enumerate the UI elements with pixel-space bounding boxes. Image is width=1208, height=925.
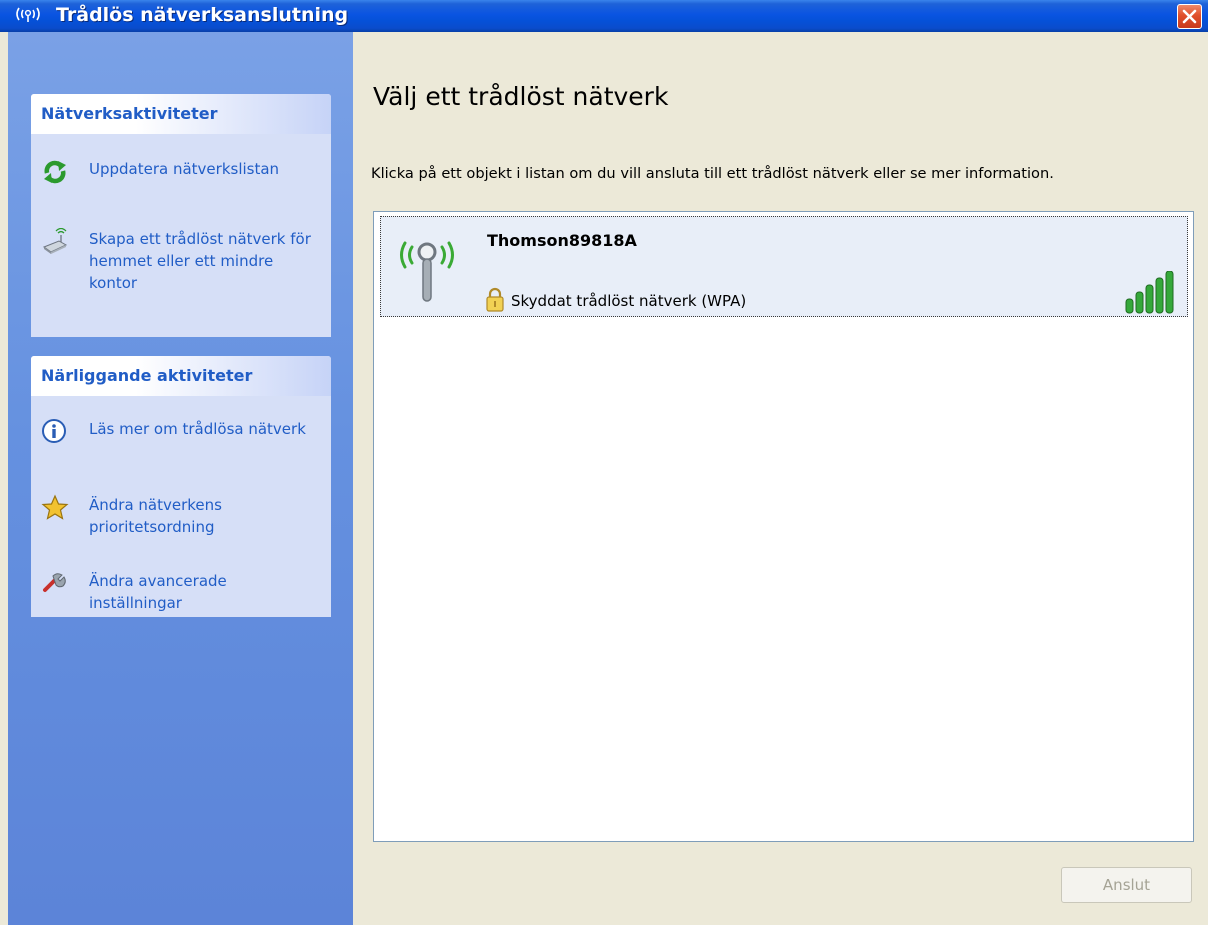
instruction-text: Klicka på ett objekt i listan om du vill… [371,165,1054,182]
task-pane: Nätverksaktiviteter Uppdatera nätverksli… [8,32,353,925]
antenna-icon [400,241,454,302]
network-name: Thomson89818A [487,231,637,250]
signal-bar [1145,284,1154,314]
signal-bar [1165,271,1174,314]
title-bar[interactable]: Trådlös nätverksanslutning [0,0,1208,32]
signal-bar [1135,291,1144,314]
star-icon [41,494,69,520]
wireless-setup-icon [42,228,68,254]
task-refresh-label: Uppdatera nätverkslistan [89,160,280,178]
related-tasks-panel: Närliggande aktiviteter Läs mer om trådl… [31,356,331,617]
page-title: Välj ett trådlöst nätverk [373,82,669,111]
signal-strength-icon [1125,271,1174,314]
signal-bar [1125,298,1134,314]
close-button[interactable] [1177,4,1202,29]
close-icon [1182,9,1197,24]
task-create-network-label: Skapa ett trådlöst nätverk för hemmet el… [89,230,311,292]
related-tasks-header[interactable]: Närliggande aktiviteter [31,356,331,396]
task-refresh-network-list[interactable]: Uppdatera nätverkslistan [41,158,326,188]
signal-bar [1155,277,1164,314]
info-icon [42,419,66,443]
network-list-item[interactable]: Thomson89818A Skyddat trådlöst nätverk (… [380,216,1188,317]
task-learn-label: Läs mer om trådlösa nätverk [89,420,306,438]
network-security-type: Skyddat trådlöst nätverk (WPA) [511,292,747,310]
task-create-wireless-network[interactable]: Skapa ett trådlöst nätverk för hemmet el… [41,228,326,296]
refresh-icon [44,160,66,184]
task-priority-label: Ändra nätverkens prioritetsordning [89,496,222,536]
network-list[interactable]: Thomson89818A Skyddat trådlöst nätverk (… [373,211,1194,842]
task-advanced-label: Ändra avancerade inställningar [89,572,227,612]
wireless-connection-window: Trådlös nätverksanslutning Nätverksaktiv… [0,0,1208,925]
wireless-signal-icon [16,7,40,22]
connect-button[interactable]: Anslut [1061,867,1192,903]
task-advanced-settings[interactable]: Ändra avancerade inställningar [41,570,326,618]
task-change-priority-order[interactable]: Ändra nätverkens prioritetsordning [41,494,326,542]
window-title: Trådlös nätverksanslutning [56,4,349,26]
tools-icon [43,573,66,592]
task-learn-wireless[interactable]: Läs mer om trådlösa nätverk [41,418,326,466]
lock-icon [486,287,504,312]
network-tasks-header[interactable]: Nätverksaktiviteter [31,94,331,134]
network-tasks-panel: Nätverksaktiviteter Uppdatera nätverksli… [31,94,331,337]
